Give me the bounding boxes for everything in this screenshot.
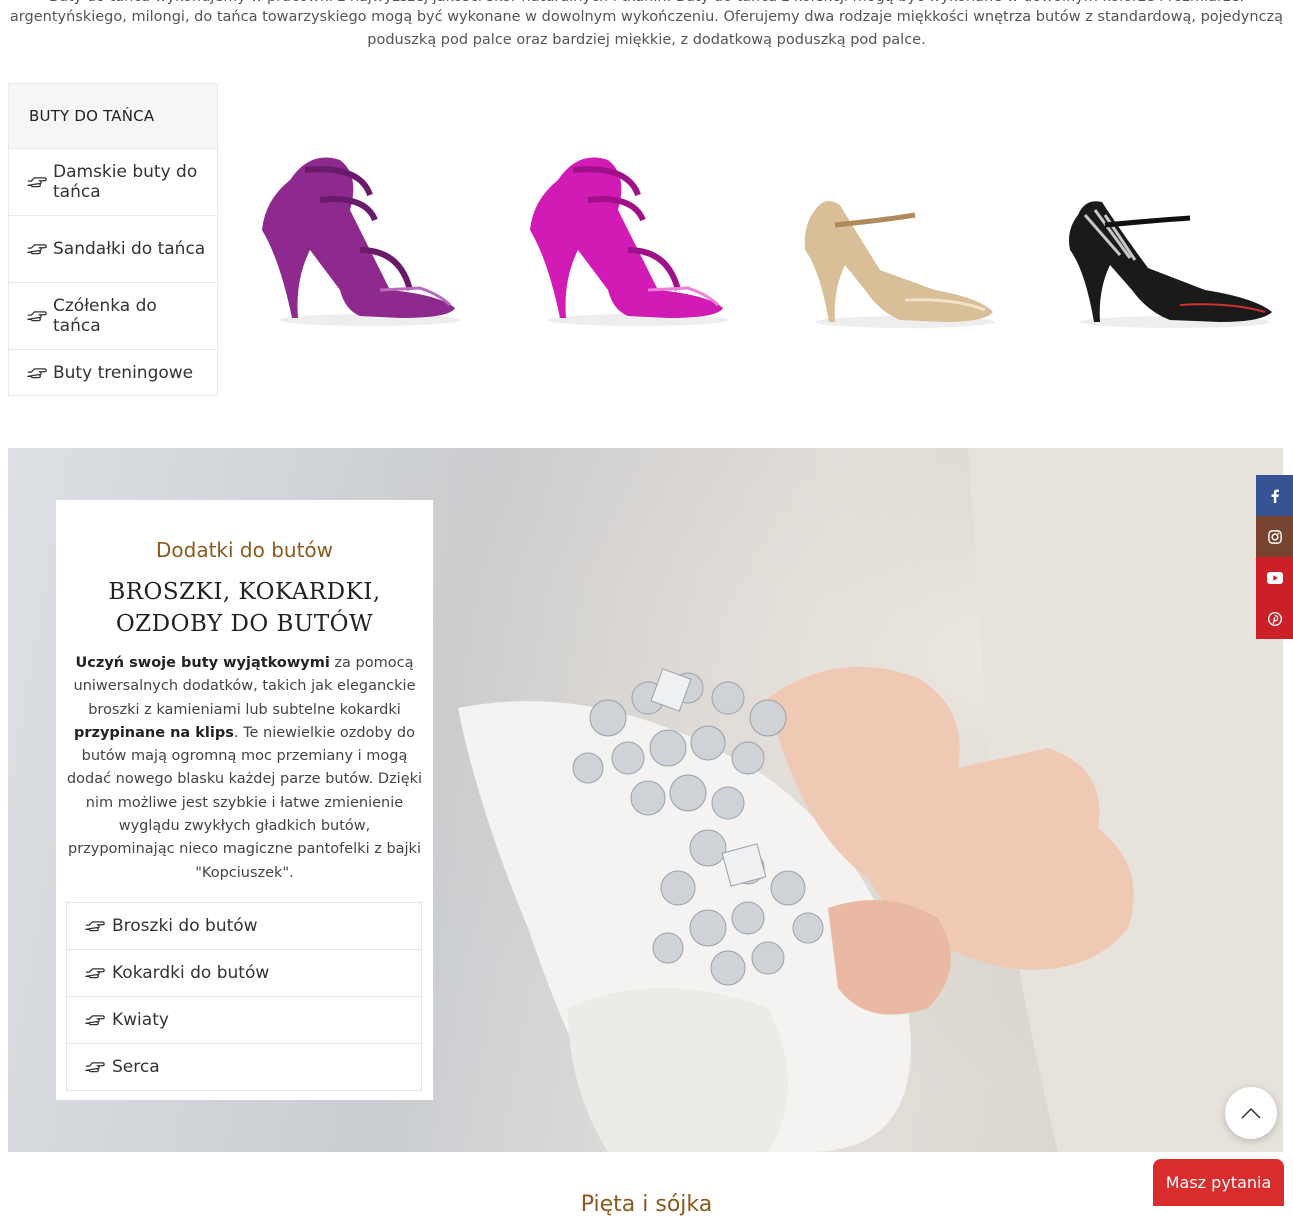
accessory-item-broszki[interactable]: Broszki do butów xyxy=(67,903,421,949)
category-item-label: Damskie buty do tańca xyxy=(53,162,198,202)
youtube-link[interactable] xyxy=(1256,557,1293,598)
accessory-item-serca[interactable]: Serca xyxy=(67,1043,421,1090)
accessories-title: BROSZKI, KOKARDKI, OZDOBY DO BUTÓW xyxy=(108,579,381,637)
category-item-damskie[interactable]: Damskie buty do tańca xyxy=(9,148,217,215)
pointing-hand-icon xyxy=(27,311,47,322)
accessories-description: Uczyń swoje buty wyjątkowymi za pomocą u… xyxy=(66,652,423,885)
accessory-item-kokardki[interactable]: Kokardki do butów xyxy=(67,949,421,996)
category-item-label: Buty treningowe xyxy=(53,362,194,383)
pointing-hand-icon xyxy=(27,367,47,378)
category-menu: BUTY DO TAŃCA Damskie buty do tańca Sand… xyxy=(8,83,218,396)
accessory-item-label: Kokardki do butów xyxy=(112,963,270,983)
pointing-hand-icon xyxy=(27,177,47,188)
category-item-sandalki[interactable]: Sandałki do tańca xyxy=(9,215,217,282)
purple-sandal-image[interactable] xyxy=(250,140,470,340)
pointing-hand-icon xyxy=(85,1062,105,1073)
next-section-heading: Pięta i sójka xyxy=(580,1192,713,1217)
pointing-hand-icon xyxy=(85,921,105,932)
black-silver-pump-image[interactable] xyxy=(1050,140,1282,340)
pinterest-link[interactable] xyxy=(1256,598,1293,639)
instagram-icon xyxy=(1267,529,1282,544)
facebook-icon xyxy=(1271,489,1279,503)
youtube-icon xyxy=(1266,571,1283,584)
category-menu-title: BUTY DO TAŃCA xyxy=(9,84,217,148)
chevron-up-icon xyxy=(1241,1107,1261,1119)
pink-sandal-image[interactable] xyxy=(518,140,738,340)
social-sidebar xyxy=(1256,475,1293,639)
scroll-to-top-button[interactable] xyxy=(1225,1087,1277,1139)
intro-line: argentyńskiego, milongi, do tańca towarz… xyxy=(9,9,1284,25)
intro-paragraph: Buty do tańca wykonujemy w pracowni z na… xyxy=(0,0,1293,60)
description-bold: Uczyń swoje buty wyjątkowymi xyxy=(75,655,330,671)
category-item-label: Czółenka do tańca xyxy=(53,296,157,336)
intro-line: poduszką pod palce oraz bardziej miękkie… xyxy=(367,32,926,48)
category-item-treningowe[interactable]: Buty treningowe xyxy=(9,349,217,395)
accessory-item-label: Kwiaty xyxy=(112,1010,169,1030)
accessory-item-label: Serca xyxy=(112,1057,160,1077)
accessories-card: Dodatki do butów BROSZKI, KOKARDKI, OZDO… xyxy=(56,500,433,1100)
facebook-link[interactable] xyxy=(1256,475,1293,516)
accessory-item-label: Broszki do butów xyxy=(112,916,258,936)
accessories-hero: Dodatki do butów BROSZKI, KOKARDKI, OZDO… xyxy=(8,448,1283,1152)
accessories-subtitle: Dodatki do butów xyxy=(155,538,334,562)
category-item-czolenka[interactable]: Czółenka do tańca xyxy=(9,282,217,349)
description-bold: przypinane na klips xyxy=(74,724,234,741)
instagram-link[interactable] xyxy=(1256,516,1293,557)
pointing-hand-icon xyxy=(85,968,105,979)
chat-button[interactable]: Masz pytania xyxy=(1153,1159,1284,1206)
accessory-item-kwiaty[interactable]: Kwiaty xyxy=(67,996,421,1043)
pointing-hand-icon xyxy=(27,244,47,255)
accessories-list: Broszki do butów Kokardki do butów Kwiat… xyxy=(66,902,422,1091)
pinterest-icon xyxy=(1267,611,1282,626)
pointing-hand-icon xyxy=(85,1015,105,1026)
description-text: . Te niewielkie ozdoby do butów mają ogr… xyxy=(66,724,423,881)
gold-pump-image[interactable] xyxy=(785,140,1005,340)
category-item-label: Sandałki do tańca xyxy=(53,239,206,259)
